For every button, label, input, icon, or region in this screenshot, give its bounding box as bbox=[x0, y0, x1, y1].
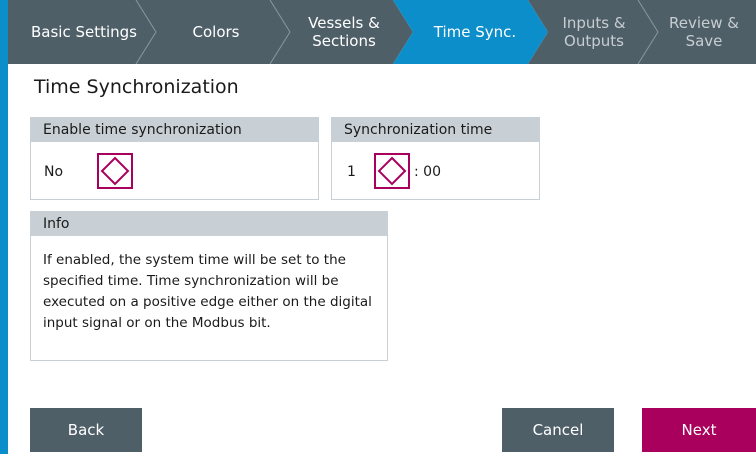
wizard-step-inputs-label: Inputs & Outputs bbox=[562, 14, 626, 50]
cancel-button[interactable]: Cancel bbox=[502, 408, 614, 452]
sync-time-hour: 1 bbox=[347, 164, 356, 180]
wizard-step-colors-label[interactable]: Colors bbox=[158, 0, 274, 64]
sync-time-panel: Synchronization time 1 : 00 bbox=[331, 117, 540, 200]
left-accent-bar bbox=[0, 0, 8, 454]
back-button[interactable]: Back bbox=[30, 408, 142, 452]
wizard-step-basic-settings-label[interactable]: Basic Settings bbox=[22, 0, 146, 64]
page-title: Time Synchronization bbox=[34, 76, 239, 98]
info-panel: Info If enabled, the system time will be… bbox=[30, 211, 388, 361]
enable-sync-panel: Enable time synchronization No bbox=[30, 117, 319, 200]
info-text: If enabled, the system time will be set … bbox=[43, 252, 372, 331]
wizard-nav: Basic Settings Colors Vessels & Sections… bbox=[8, 0, 756, 64]
wizard-step-vessels-label[interactable]: Vessels & Sections bbox=[292, 0, 396, 64]
enable-sync-header: Enable time synchronization bbox=[31, 118, 318, 142]
diamond-stepper-icon bbox=[377, 156, 407, 186]
wizard-step-time-sync-label[interactable]: Time Sync. bbox=[416, 0, 534, 64]
sync-time-minutes: : 00 bbox=[414, 164, 441, 180]
enable-sync-stepper[interactable] bbox=[97, 153, 133, 189]
sync-time-hour-stepper[interactable] bbox=[374, 153, 410, 189]
next-button[interactable]: Next bbox=[642, 408, 756, 452]
diamond-stepper-icon bbox=[100, 156, 130, 186]
wizard-step-review-label: Review & Save bbox=[669, 14, 739, 50]
enable-sync-value: No bbox=[44, 164, 64, 180]
info-header: Info bbox=[31, 212, 387, 236]
sync-time-header: Synchronization time bbox=[332, 118, 539, 142]
